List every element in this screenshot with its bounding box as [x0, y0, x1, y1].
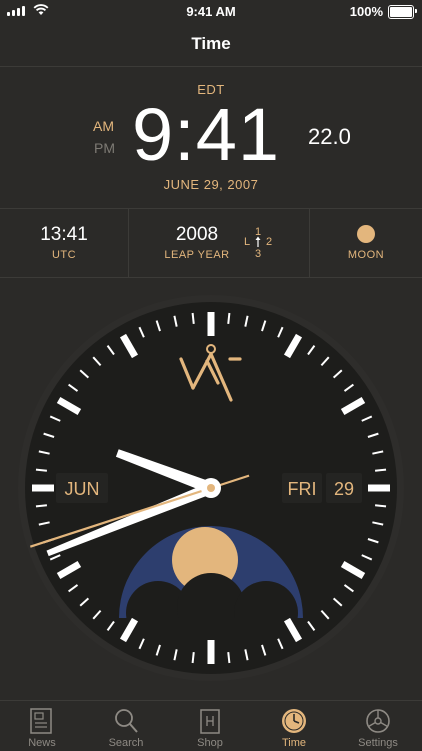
newspaper-icon — [30, 708, 52, 734]
leap-cycle-indicator: 1 L 2 3 — [244, 226, 272, 259]
minute-tick — [374, 468, 387, 472]
tab-shop[interactable]: Shop — [168, 701, 252, 751]
leap-cycle-1: 1 — [255, 226, 261, 238]
moon-cell: MOON — [310, 209, 422, 277]
utc-cell: 13:41 UTC — [0, 209, 128, 277]
tab-label: Shop — [197, 737, 223, 749]
navigation-bar: Time — [0, 22, 422, 67]
center-pin — [207, 484, 215, 492]
day-label: 29 — [334, 479, 354, 499]
leap-cycle-L: L — [244, 236, 250, 248]
shopping-bag-icon — [200, 709, 220, 734]
minute-tick — [227, 312, 231, 325]
am-indicator: AM — [93, 118, 114, 134]
seconds-readout: 22.0 — [308, 124, 351, 149]
watch-icon — [282, 709, 306, 733]
status-bar: 9:41 AM 100% — [0, 0, 422, 22]
tab-time[interactable]: Time — [252, 701, 336, 751]
month-label: JUN — [65, 479, 100, 499]
tab-search[interactable]: Search — [84, 701, 168, 751]
wheel-icon — [366, 709, 390, 733]
tab-label: Time — [281, 737, 307, 749]
tab-label: Search — [108, 737, 144, 749]
battery-icon — [388, 4, 417, 19]
tab-bar: News Search Shop Time Settings — [0, 700, 422, 751]
tab-news[interactable]: News — [0, 701, 84, 751]
utc-label: UTC — [51, 249, 77, 261]
tab-label: News — [28, 737, 56, 749]
minute-tick — [35, 504, 48, 508]
leap-cycle-2: 2 — [266, 236, 272, 248]
search-icon — [115, 709, 138, 733]
minute-tick — [227, 651, 231, 664]
minute-tick — [35, 468, 48, 472]
tab-label: Settings — [358, 737, 398, 749]
analog-clock: JUN FRI 29 — [18, 295, 404, 681]
weekday-label: FRI — [288, 479, 317, 499]
battery-percent: 100% — [349, 4, 383, 19]
digital-time: 9:41 — [132, 93, 281, 176]
leap-cycle-3: 3 — [255, 248, 261, 259]
pm-indicator: PM — [94, 140, 115, 156]
minute-tick — [191, 312, 195, 325]
tab-settings[interactable]: Settings — [336, 701, 420, 751]
moon-phase-icon — [357, 225, 375, 243]
minute-tick — [191, 651, 195, 664]
date-label: JUNE 29, 2007 — [163, 177, 259, 192]
moon-label: MOON — [347, 249, 385, 261]
info-bar: 13:41 UTC 2008 LEAP YEAR MOON — [0, 208, 422, 278]
utc-time: 13:41 — [40, 224, 88, 245]
minute-tick — [374, 504, 387, 508]
page-title: Time — [191, 34, 231, 53]
